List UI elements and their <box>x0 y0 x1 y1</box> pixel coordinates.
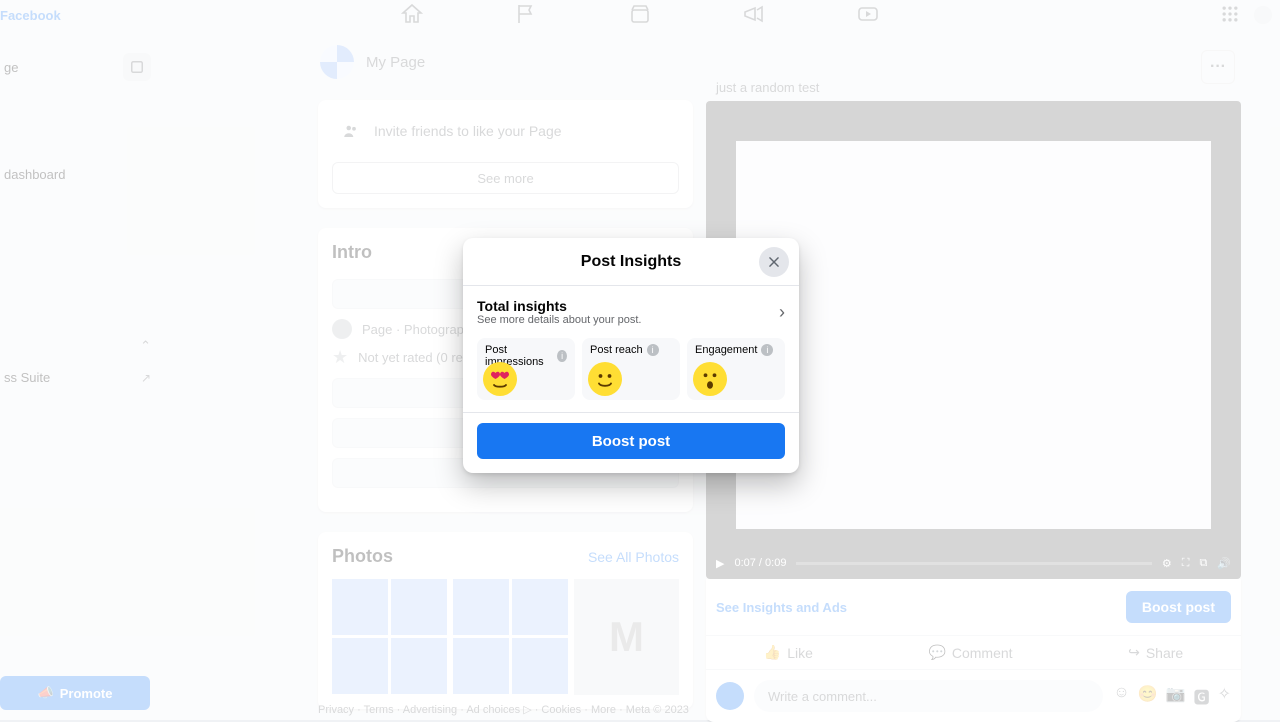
surprised-emoji-icon <box>693 362 727 396</box>
total-insights-title: Total insights <box>477 298 641 314</box>
info-icon: i <box>647 344 659 356</box>
boost-post-button[interactable]: Boost post <box>477 423 785 459</box>
smile-emoji-icon <box>588 362 622 396</box>
total-insights-subtitle: See more details about your post. <box>477 314 641 326</box>
info-icon: i <box>761 344 773 356</box>
metric-reach[interactable]: Post reachi <box>582 338 680 400</box>
metric-impressions[interactable]: Post impressionsi <box>477 338 575 400</box>
info-icon: i <box>557 350 567 362</box>
total-insights-row[interactable]: Total insights See more details about yo… <box>477 298 785 326</box>
close-icon <box>767 255 781 269</box>
post-insights-modal: Post Insights Total insights See more de… <box>463 238 799 473</box>
hearteyes-emoji-icon <box>483 362 517 396</box>
chevron-right-icon: › <box>779 302 785 323</box>
modal-title: Post Insights <box>581 253 681 271</box>
close-button[interactable] <box>759 247 789 277</box>
metric-engagement[interactable]: Engagementi <box>687 338 785 400</box>
